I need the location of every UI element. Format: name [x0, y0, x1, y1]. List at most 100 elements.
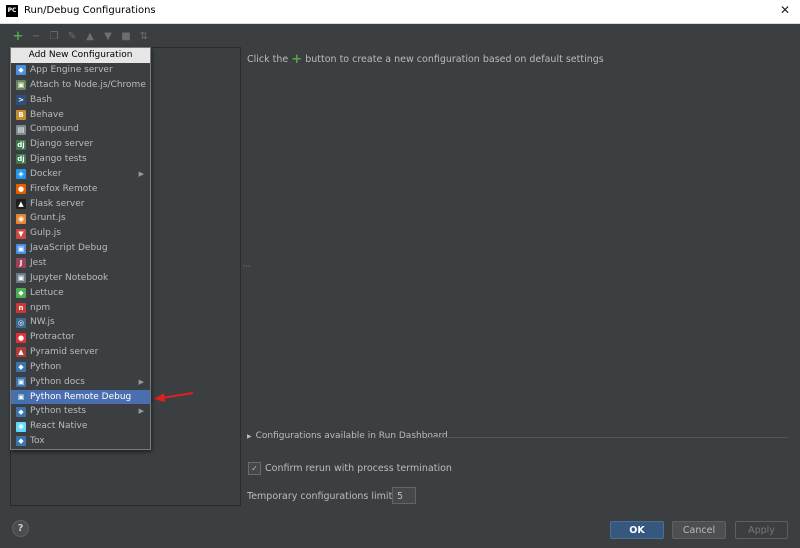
- menu-item-pyramid-server[interactable]: ▲ Pyramid server: [11, 345, 150, 360]
- window-title: Run/Debug Configurations: [24, 5, 156, 16]
- django-icon: dj: [16, 139, 26, 150]
- nwjs-icon: ◎: [16, 317, 26, 328]
- python-docs-icon: ▣: [16, 377, 26, 388]
- grunt-icon: ◉: [16, 213, 26, 224]
- title-bar: PC Run/Debug Configurations ✕: [0, 0, 800, 24]
- menu-item-jest[interactable]: J Jest: [11, 256, 150, 271]
- pyramid-icon: ▲: [16, 347, 26, 358]
- menu-item-lettuce[interactable]: ◆ Lettuce: [11, 286, 150, 301]
- apply-button[interactable]: Apply: [735, 521, 788, 539]
- temp-limit-input[interactable]: 5: [392, 487, 416, 504]
- menu-item-label: Bash: [30, 94, 53, 105]
- copy-icon[interactable]: ❐: [46, 29, 62, 45]
- menu-item-label: Lettuce: [30, 287, 64, 298]
- menu-item-react-native[interactable]: ✺ React Native: [11, 419, 150, 434]
- menu-item-python-tests[interactable]: ◆ Python tests ▶: [11, 404, 150, 419]
- wrench-icon[interactable]: ✎: [64, 29, 80, 45]
- menu-item-npm[interactable]: n npm: [11, 301, 150, 316]
- menu-item-label: Grunt.js: [30, 213, 66, 224]
- menu-item-jupyter-notebook[interactable]: ▣ Jupyter Notebook: [11, 271, 150, 286]
- menu-item-label: Compound: [30, 124, 79, 135]
- docker-icon: ◈: [16, 169, 26, 180]
- django-tests-icon: dj: [16, 154, 26, 165]
- menu-item-app-engine-server[interactable]: ◆ App Engine server: [11, 63, 150, 78]
- pycharm-icon: PC: [6, 5, 18, 17]
- menu-item-attach-to-node-js-chrome[interactable]: ▣ Attach to Node.js/Chrome: [11, 78, 150, 93]
- menu-item-label: npm: [30, 302, 51, 313]
- popup-header: Add New Configuration: [11, 48, 150, 63]
- behave-icon: B: [16, 109, 26, 120]
- jest-icon: J: [16, 258, 26, 269]
- plus-icon[interactable]: +: [10, 29, 26, 45]
- cancel-button[interactable]: Cancel: [672, 521, 726, 539]
- menu-item-python[interactable]: ◆ Python: [11, 360, 150, 375]
- confirm-rerun-option[interactable]: ✓ Confirm rerun with process termination: [248, 462, 452, 475]
- protractor-icon: ●: [16, 332, 26, 343]
- menu-item-label: Python docs: [30, 376, 85, 387]
- temp-limit-label: Temporary configurations limit:: [247, 491, 396, 502]
- menu-item-python-remote-debug[interactable]: ▣ Python Remote Debug: [11, 389, 150, 405]
- splitter-handle[interactable]: ⋮: [242, 262, 251, 270]
- run-dashboard-section-toggle[interactable]: ▶ Configurations available in Run Dashboa…: [247, 431, 448, 441]
- menu-item-label: Flask server: [30, 198, 85, 209]
- arrow-up-icon[interactable]: ▲: [82, 29, 98, 45]
- menu-item-flask-server[interactable]: ▲ Flask server: [11, 197, 150, 212]
- menu-item-label: NW.js: [30, 317, 55, 328]
- menu-item-label: Attach to Node.js/Chrome: [30, 79, 146, 90]
- menu-item-label: Django server: [30, 139, 94, 150]
- menu-item-label: Tox: [30, 436, 45, 447]
- menu-item-protractor[interactable]: ● Protractor: [11, 330, 150, 345]
- menu-item-django-tests[interactable]: dj Django tests: [11, 152, 150, 167]
- close-icon[interactable]: ✕: [780, 3, 790, 17]
- menu-item-python-docs[interactable]: ▣ Python docs ▶: [11, 375, 150, 390]
- submenu-arrow-icon: ▶: [138, 377, 144, 386]
- menu-item-label: Pyramid server: [30, 347, 99, 358]
- menu-item-label: Python Remote Debug: [30, 391, 132, 402]
- python-remote-debug-icon: ▣: [16, 391, 26, 402]
- folder-icon[interactable]: ■: [118, 29, 134, 45]
- sort-icon[interactable]: ⇅: [136, 29, 152, 45]
- confirm-rerun-checkbox[interactable]: ✓: [248, 462, 261, 475]
- menu-item-label: Firefox Remote: [30, 183, 98, 194]
- ok-button[interactable]: OK: [610, 521, 664, 539]
- menu-item-django-server[interactable]: dj Django server: [11, 137, 150, 152]
- arrow-down-icon[interactable]: ▼: [100, 29, 116, 45]
- menu-item-tox[interactable]: ◆ Tox: [11, 434, 150, 449]
- bash-icon: >: [16, 95, 26, 106]
- hint-text-before: Click the: [247, 54, 289, 65]
- menu-item-label: Docker: [30, 168, 62, 179]
- menu-item-docker[interactable]: ◈ Docker ▶: [11, 167, 150, 182]
- menu-item-grunt-js[interactable]: ◉ Grunt.js: [11, 211, 150, 226]
- minus-icon[interactable]: −: [28, 29, 44, 45]
- menu-item-label: Behave: [30, 109, 64, 120]
- menu-item-label: Gulp.js: [30, 228, 61, 239]
- menu-item-compound[interactable]: ▤ Compound: [11, 122, 150, 137]
- help-icon[interactable]: ?: [12, 520, 29, 537]
- submenu-arrow-icon: ▶: [138, 169, 144, 178]
- empty-hint: Click the + button to create a new confi…: [247, 52, 604, 67]
- menu-item-label: Protractor: [30, 332, 75, 343]
- plus-icon: +: [291, 52, 303, 67]
- menu-item-gulp-js[interactable]: ▼ Gulp.js: [11, 226, 150, 241]
- menu-item-javascript-debug[interactable]: ▣ JavaScript Debug: [11, 241, 150, 256]
- menu-item-bash[interactable]: > Bash: [11, 93, 150, 108]
- menu-item-label: Django tests: [30, 154, 87, 165]
- js-debug-icon: ▣: [16, 243, 26, 254]
- attach-icon: ▣: [16, 80, 26, 91]
- annotation-arrow-icon: [154, 392, 194, 402]
- menu-item-label: App Engine server: [30, 65, 113, 75]
- menu-item-label: Jest: [30, 257, 47, 268]
- app-engine-icon: ◆: [16, 65, 26, 76]
- add-new-configuration-popup: Add New Configuration ◆ App Engine server…: [10, 47, 151, 450]
- compound-icon: ▤: [16, 124, 26, 135]
- firefox-icon: ●: [16, 184, 26, 195]
- menu-item-behave[interactable]: B Behave: [11, 108, 150, 123]
- menu-item-nw-js[interactable]: ◎ NW.js: [11, 315, 150, 330]
- lettuce-icon: ◆: [16, 288, 26, 299]
- menu-item-label: Jupyter Notebook: [30, 272, 109, 283]
- submenu-arrow-icon: ▶: [138, 407, 144, 416]
- hint-text-after: button to create a new configuration bas…: [305, 54, 604, 65]
- menu-item-firefox-remote[interactable]: ● Firefox Remote: [11, 182, 150, 197]
- python-tests-icon: ◆: [16, 406, 26, 417]
- dashboard-label: Configurations available in Run Dashboar…: [255, 431, 448, 441]
